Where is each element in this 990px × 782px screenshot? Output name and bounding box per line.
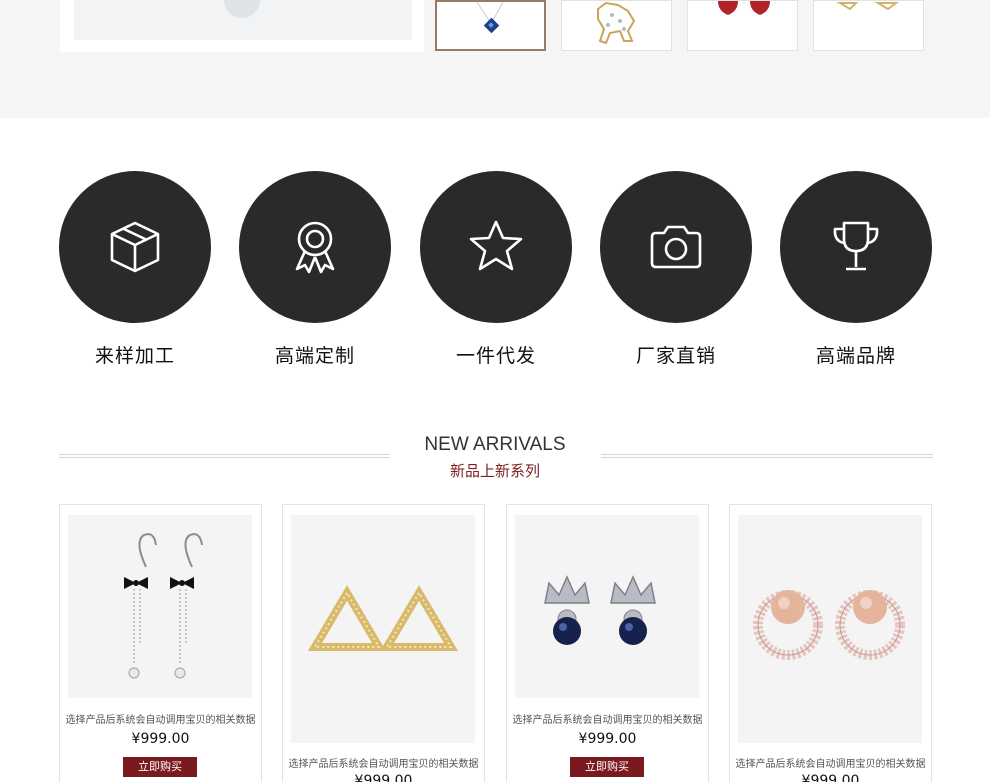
product-description: 选择产品后系统会自动调用宝贝的相关数据 bbox=[512, 715, 703, 726]
product-description: 选择产品后系统会自动调用宝贝的相关数据 bbox=[735, 759, 926, 770]
thumbnail-cube-necklace[interactable] bbox=[435, 0, 546, 51]
bow-drop-earrings-image[interactable] bbox=[68, 515, 252, 698]
thumbnail-gold-earrings[interactable] bbox=[813, 0, 924, 51]
product-price: ¥999.00 bbox=[578, 731, 637, 747]
thumbnail-red-heart-earrings[interactable] bbox=[687, 0, 798, 51]
thumbnail-horse-brooch[interactable] bbox=[561, 0, 672, 51]
award-ribbon-icon bbox=[239, 171, 391, 323]
crown-sapphire-earrings-image[interactable] bbox=[515, 515, 699, 698]
box-icon bbox=[59, 171, 211, 323]
main-product-image bbox=[60, 0, 424, 52]
product-price: ¥999.00 bbox=[354, 773, 413, 782]
product-description: 选择产品后系统会自动调用宝贝的相关数据 bbox=[65, 715, 256, 726]
section-title-en: NEW ARRIVALS bbox=[424, 434, 566, 455]
trophy-icon bbox=[780, 171, 932, 323]
service-premium-custom[interactable]: 高端定制 bbox=[238, 171, 392, 368]
section-title-zh: 新品上新系列 bbox=[449, 462, 540, 480]
service-label: 来样加工 bbox=[94, 345, 175, 367]
buy-now-button[interactable]: 立即购买 bbox=[123, 757, 197, 777]
service-sample-processing[interactable]: 来样加工 bbox=[58, 171, 212, 368]
service-label: 高端品牌 bbox=[815, 345, 896, 367]
product-card[interactable]: 选择产品后系统会自动调用宝贝的相关数据 ¥999.00 立即购买 bbox=[506, 504, 709, 782]
product-price: ¥999.00 bbox=[801, 773, 860, 782]
product-card[interactable]: 选择产品后系统会自动调用宝贝的相关数据 ¥999.00 立即购买 bbox=[59, 504, 262, 782]
service-label: 高端定制 bbox=[274, 345, 355, 367]
product-description: 选择产品后系统会自动调用宝贝的相关数据 bbox=[288, 759, 479, 770]
service-label: 一件代发 bbox=[455, 345, 536, 367]
section-heading: NEW ARRIVALS 新品上新系列 bbox=[0, 432, 990, 482]
product-card[interactable]: 选择产品后系统会自动调用宝贝的相关数据 ¥999.00 bbox=[729, 504, 932, 782]
product-card[interactable]: 选择产品后系统会自动调用宝贝的相关数据 ¥999.00 bbox=[282, 504, 485, 782]
star-icon bbox=[420, 171, 572, 323]
buy-now-button[interactable]: 立即购买 bbox=[570, 757, 644, 777]
service-dropship[interactable]: 一件代发 bbox=[419, 171, 573, 368]
camera-icon bbox=[600, 171, 752, 323]
product-gallery bbox=[0, 0, 990, 118]
service-premium-brand[interactable]: 高端品牌 bbox=[779, 171, 933, 368]
rose-gold-hoop-earrings-image[interactable] bbox=[738, 515, 922, 743]
service-factory-direct[interactable]: 厂家直销 bbox=[599, 171, 753, 368]
service-label: 厂家直销 bbox=[635, 345, 716, 367]
product-price: ¥999.00 bbox=[131, 731, 190, 747]
gold-triangle-earrings-image[interactable] bbox=[291, 515, 475, 743]
